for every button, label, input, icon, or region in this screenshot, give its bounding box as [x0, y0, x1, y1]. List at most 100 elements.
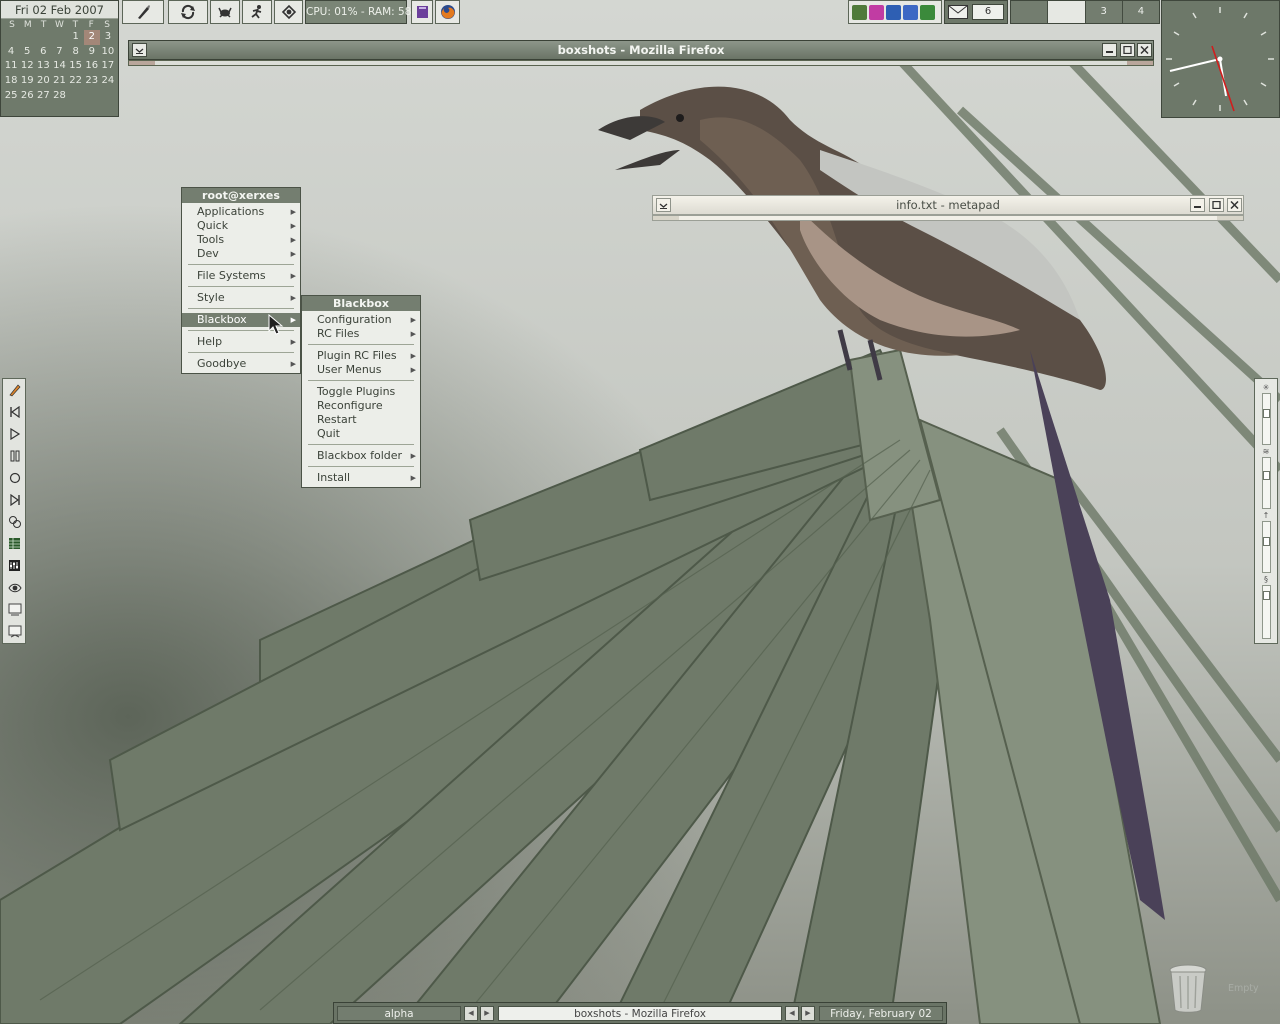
workspace-next-button[interactable]: ▶: [480, 1006, 494, 1021]
focused-window-name[interactable]: boxshots - Mozilla Firefox: [498, 1006, 782, 1021]
menu-item-restart[interactable]: Restart: [302, 413, 420, 427]
window-menu-button[interactable]: [132, 43, 147, 57]
menu-item-tools[interactable]: Tools ▶: [182, 233, 300, 247]
calendar-day: 9: [88, 45, 95, 57]
workspace-3[interactable]: 3: [1086, 1, 1123, 23]
menu-item-label: Quit: [317, 427, 340, 440]
submenu-arrow-icon: ▶: [410, 366, 416, 374]
window-next-button[interactable]: ▶: [801, 1006, 815, 1021]
mixer-slider-knob[interactable]: [1263, 409, 1270, 418]
menu-item-label: Blackbox: [197, 313, 247, 326]
firefox-window-titlebar[interactable]: boxshots - Mozilla Firefox: [128, 40, 1154, 60]
calendar-day: 11: [4, 60, 18, 72]
network-icon[interactable]: [852, 4, 867, 20]
resize-grip-right[interactable]: [1217, 216, 1243, 220]
calendar-widget[interactable]: Fri 02 Feb 2007 S M T W T F S 1 2 3 4 5 …: [0, 0, 119, 117]
system-tray: [848, 0, 942, 24]
minimize-button[interactable]: [1102, 43, 1117, 57]
menu-item-reconfigure[interactable]: Reconfigure: [302, 399, 420, 413]
mixer-slider-track[interactable]: [1262, 393, 1271, 445]
workspace-4[interactable]: 4: [1123, 1, 1159, 23]
crab-launcher-button[interactable]: [210, 0, 240, 24]
workspace-prev-button[interactable]: ◀: [464, 1006, 478, 1021]
mixer-slider-track[interactable]: [1262, 521, 1271, 573]
maximize-button[interactable]: [1209, 198, 1224, 212]
menu-item-label: Blackbox folder: [317, 449, 403, 462]
menu-item-toggle-plugins[interactable]: Toggle Plugins: [302, 385, 420, 399]
close-button[interactable]: [1137, 43, 1152, 57]
calendar-week: 1 2 3: [1, 30, 118, 45]
book-app-button[interactable]: [411, 0, 433, 24]
volume-mixer-dock: ✳ ≋ ↑ §: [1254, 378, 1278, 644]
resize-grip-right[interactable]: [1127, 61, 1153, 65]
next-icon[interactable]: [7, 492, 22, 507]
firefox-app-button[interactable]: [435, 0, 460, 24]
resize-grip-left[interactable]: [653, 216, 679, 220]
previous-icon[interactable]: [7, 404, 22, 419]
refresh-launcher-button[interactable]: [168, 0, 208, 24]
menu-item-quit[interactable]: Quit: [302, 427, 420, 441]
pause-icon[interactable]: [7, 448, 22, 463]
calendar-day: [19, 30, 35, 45]
mixer-slider-knob[interactable]: [1263, 471, 1270, 480]
menu-item-goodbye[interactable]: Goodbye ▶: [182, 357, 300, 371]
menu-item-file-systems[interactable]: File Systems ▶: [182, 269, 300, 283]
music-icon[interactable]: [869, 4, 884, 20]
equalizer-icon[interactable]: [7, 558, 22, 573]
mail-checker[interactable]: 6: [944, 0, 1008, 24]
metapad-window-handle[interactable]: [652, 215, 1244, 221]
eye-icon[interactable]: [7, 580, 22, 595]
download-icon[interactable]: [920, 4, 935, 20]
spreadsheet-icon[interactable]: [7, 536, 22, 551]
menu-item-label: Tools: [197, 233, 225, 246]
mixer-slider-knob[interactable]: [1263, 537, 1270, 546]
mixer-slider-track[interactable]: [1262, 457, 1271, 509]
workspace-1[interactable]: [1011, 1, 1049, 23]
screen-icon[interactable]: [7, 602, 22, 617]
swirl-launcher-button[interactable]: [274, 0, 303, 24]
minimize-button[interactable]: [1190, 198, 1205, 212]
submenu-arrow-icon: ▶: [290, 338, 296, 346]
metapad-window-titlebar[interactable]: info.txt - metapad: [652, 195, 1244, 215]
links-icon[interactable]: [7, 514, 22, 529]
calendar-day-today: 2: [83, 30, 100, 45]
workspace-name[interactable]: alpha: [337, 1006, 461, 1021]
calendar-day: 5: [24, 45, 31, 57]
menu-item-plugin-rc-files[interactable]: Plugin RC Files ▶: [302, 349, 420, 363]
menu-item-help[interactable]: Help ▶: [182, 335, 300, 349]
pencil-icon[interactable]: [7, 382, 22, 397]
submenu-arrow-icon: ▶: [410, 452, 416, 460]
volume-icon[interactable]: [903, 4, 918, 20]
menu-item-configuration[interactable]: Configuration ▶: [302, 313, 420, 327]
maximize-button[interactable]: [1120, 43, 1135, 57]
firefox-window-handle[interactable]: [128, 60, 1154, 66]
menu-item-label: Install: [317, 471, 351, 484]
blackbox-menu-title: Blackbox: [302, 296, 420, 311]
close-button[interactable]: [1227, 198, 1242, 212]
workspace-2[interactable]: [1048, 1, 1086, 23]
menu-item-dev[interactable]: Dev ▶: [182, 247, 300, 261]
resize-grip-left[interactable]: [129, 61, 155, 65]
bluetooth-icon[interactable]: [886, 4, 901, 20]
weekday-label: M: [23, 20, 32, 30]
menu-item-applications[interactable]: Applications ▶: [182, 205, 300, 219]
mixer-channel-label: ↑: [1262, 511, 1270, 520]
trash-icon[interactable]: [1166, 962, 1210, 1014]
menu-item-blackbox-folder[interactable]: Blackbox folder ▶: [302, 449, 420, 463]
screen-alt-icon[interactable]: [7, 624, 22, 639]
menu-item-user-menus[interactable]: User Menus ▶: [302, 363, 420, 377]
play-icon[interactable]: [7, 426, 22, 441]
mixer-slider-knob[interactable]: [1263, 591, 1270, 600]
refresh-icon: [181, 4, 195, 20]
pen-tool-launcher-button[interactable]: [122, 0, 164, 24]
menu-item-style[interactable]: Style ▶: [182, 291, 300, 305]
runner-launcher-button[interactable]: [242, 0, 272, 24]
menu-item-quick[interactable]: Quick ▶: [182, 219, 300, 233]
window-prev-button[interactable]: ◀: [785, 1006, 799, 1021]
window-menu-button[interactable]: [656, 198, 671, 212]
menu-item-install[interactable]: Install ▶: [302, 471, 420, 485]
record-icon[interactable]: [7, 470, 22, 485]
menu-item-rc-files[interactable]: RC Files ▶: [302, 327, 420, 341]
weekday-label: S: [104, 20, 110, 30]
menu-item-label: Configuration: [317, 313, 392, 326]
